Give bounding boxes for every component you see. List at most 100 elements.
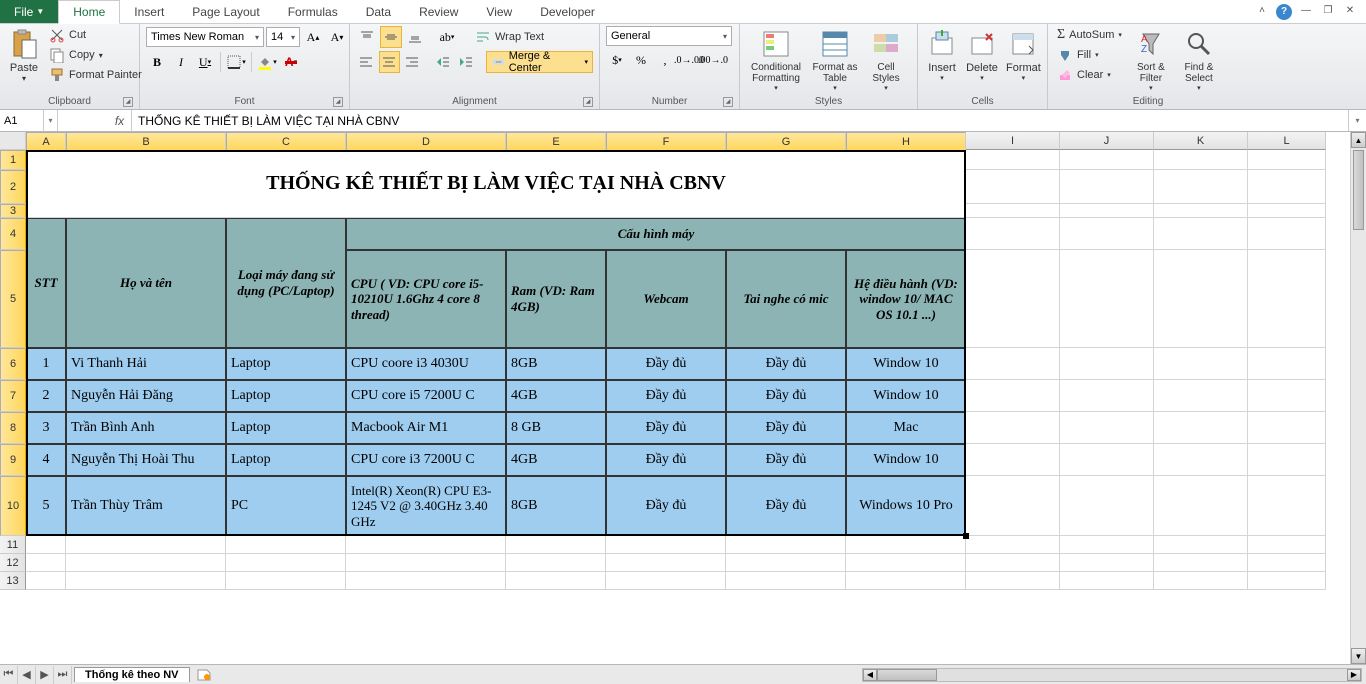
- cell[interactable]: [846, 572, 966, 590]
- alignment-launcher[interactable]: ◢: [583, 97, 593, 107]
- cell[interactable]: [966, 380, 1060, 412]
- cell[interactable]: [1060, 476, 1154, 536]
- data-cell[interactable]: Đầy đủ: [606, 444, 726, 476]
- data-cell[interactable]: Vi Thanh Hải: [66, 348, 226, 380]
- cell[interactable]: [1248, 444, 1326, 476]
- minimize-ribbon-icon[interactable]: ˄: [1254, 5, 1270, 19]
- cell[interactable]: [1060, 380, 1154, 412]
- restore-window-icon[interactable]: ❐: [1320, 5, 1336, 19]
- cell[interactable]: [26, 536, 66, 554]
- cell[interactable]: [966, 348, 1060, 380]
- paste-button[interactable]: Paste▾: [6, 26, 42, 85]
- cell[interactable]: [1060, 218, 1154, 250]
- sheet-nav-first[interactable]: ⏮: [0, 666, 18, 684]
- cell[interactable]: [26, 572, 66, 590]
- data-cell[interactable]: 4: [26, 444, 66, 476]
- data-cell[interactable]: 4GB: [506, 444, 606, 476]
- sort-filter-button[interactable]: AZSort & Filter▾: [1129, 26, 1173, 94]
- column-header-L[interactable]: L: [1248, 132, 1326, 150]
- column-header-J[interactable]: J: [1060, 132, 1154, 150]
- data-cell[interactable]: 3: [26, 412, 66, 444]
- increase-font-button[interactable]: A▴: [302, 26, 324, 48]
- increase-indent-button[interactable]: [455, 51, 476, 73]
- sheet-nav-prev[interactable]: ◀: [18, 666, 36, 684]
- vertical-scroll-thumb[interactable]: [1353, 150, 1364, 230]
- comma-button[interactable]: ,: [654, 49, 676, 71]
- cell[interactable]: [1248, 218, 1326, 250]
- format-as-table-button[interactable]: Format as Table▾: [810, 26, 860, 94]
- column-header-D[interactable]: D: [346, 132, 506, 152]
- cell[interactable]: [1154, 250, 1248, 348]
- minimize-window-icon[interactable]: —: [1298, 5, 1314, 19]
- cell[interactable]: [1154, 554, 1248, 572]
- row-header-3[interactable]: 3: [0, 204, 26, 218]
- cell[interactable]: [1154, 170, 1248, 204]
- data-cell[interactable]: 4GB: [506, 380, 606, 412]
- cell[interactable]: [1154, 444, 1248, 476]
- data-cell[interactable]: Windows 10 Pro: [846, 476, 966, 536]
- merge-center-button[interactable]: Merge & Center▾: [486, 51, 593, 73]
- row-header-4[interactable]: 4: [0, 218, 26, 250]
- data-cell[interactable]: 2: [26, 380, 66, 412]
- data-cell[interactable]: Đầy đủ: [726, 412, 846, 444]
- row-header-10[interactable]: 10: [0, 476, 26, 536]
- cell[interactable]: [1060, 572, 1154, 590]
- row-header-6[interactable]: 6: [0, 348, 26, 380]
- align-top-button[interactable]: [356, 26, 378, 48]
- formula-expand-button[interactable]: ▾: [1348, 110, 1366, 131]
- cell[interactable]: [966, 150, 1060, 170]
- new-sheet-button[interactable]: [194, 667, 214, 683]
- data-cell[interactable]: Intel(R) Xeon(R) CPU E3-1245 V2 @ 3.40GH…: [346, 476, 506, 536]
- align-middle-button[interactable]: [380, 26, 402, 48]
- sheet-tab-active[interactable]: Thống kê theo NV: [74, 667, 190, 682]
- tab-view[interactable]: View: [472, 0, 526, 23]
- file-tab[interactable]: File ▼: [0, 0, 58, 23]
- fx-button[interactable]: fx: [108, 110, 132, 131]
- orientation-button[interactable]: ab▾: [436, 26, 458, 48]
- cell[interactable]: [726, 536, 846, 554]
- cell[interactable]: [1248, 572, 1326, 590]
- currency-button[interactable]: $▾: [606, 49, 628, 71]
- cell[interactable]: [1154, 380, 1248, 412]
- autosum-button[interactable]: ΣAutoSum▾: [1054, 26, 1125, 44]
- data-cell[interactable]: Window 10: [846, 444, 966, 476]
- conditional-formatting-button[interactable]: Conditional Formatting▾: [746, 26, 806, 94]
- help-icon[interactable]: ?: [1276, 4, 1292, 20]
- align-right-button[interactable]: [402, 51, 423, 73]
- data-cell[interactable]: Nguyễn Thị Hoài Thu: [66, 444, 226, 476]
- cell[interactable]: [26, 554, 66, 572]
- scroll-down-button[interactable]: ▼: [1351, 648, 1366, 664]
- row-header-1[interactable]: 1: [0, 150, 26, 170]
- row-header-13[interactable]: 13: [0, 572, 26, 590]
- format-cells-button[interactable]: Format▾: [1004, 26, 1043, 84]
- data-cell[interactable]: Trần Bình Anh: [66, 412, 226, 444]
- font-launcher[interactable]: ◢: [333, 97, 343, 107]
- data-cell[interactable]: Nguyễn Hải Đăng: [66, 380, 226, 412]
- cell[interactable]: [1060, 412, 1154, 444]
- cell[interactable]: [506, 536, 606, 554]
- sheet-nav-last[interactable]: ⏭: [54, 666, 72, 684]
- close-window-icon[interactable]: ✕: [1342, 5, 1358, 19]
- column-header-K[interactable]: K: [1154, 132, 1248, 150]
- data-cell[interactable]: PC: [226, 476, 346, 536]
- row-header-12[interactable]: 12: [0, 554, 26, 572]
- cell[interactable]: [966, 572, 1060, 590]
- cell[interactable]: [226, 572, 346, 590]
- font-size-select[interactable]: 14▾: [266, 27, 300, 47]
- decrease-font-button[interactable]: A▾: [326, 26, 348, 48]
- fill-button[interactable]: Fill▾: [1054, 46, 1125, 64]
- data-cell[interactable]: 8GB: [506, 348, 606, 380]
- row-header-2[interactable]: 2: [0, 170, 26, 204]
- number-format-select[interactable]: General▾: [606, 26, 732, 46]
- cell[interactable]: [1060, 536, 1154, 554]
- tab-page-layout[interactable]: Page Layout: [178, 0, 273, 23]
- data-cell[interactable]: CPU core i3 7200U C: [346, 444, 506, 476]
- cell[interactable]: [1248, 554, 1326, 572]
- name-box[interactable]: A1: [0, 110, 44, 131]
- data-cell[interactable]: CPU coore i3 4030U: [346, 348, 506, 380]
- cell[interactable]: [846, 536, 966, 554]
- cell[interactable]: [1248, 536, 1326, 554]
- column-header-E[interactable]: E: [506, 132, 606, 152]
- row-header-7[interactable]: 7: [0, 380, 26, 412]
- spreadsheet-grid[interactable]: ABCDEFGHIJKL 12345678910111213 THỐNG KÊ …: [0, 132, 1366, 664]
